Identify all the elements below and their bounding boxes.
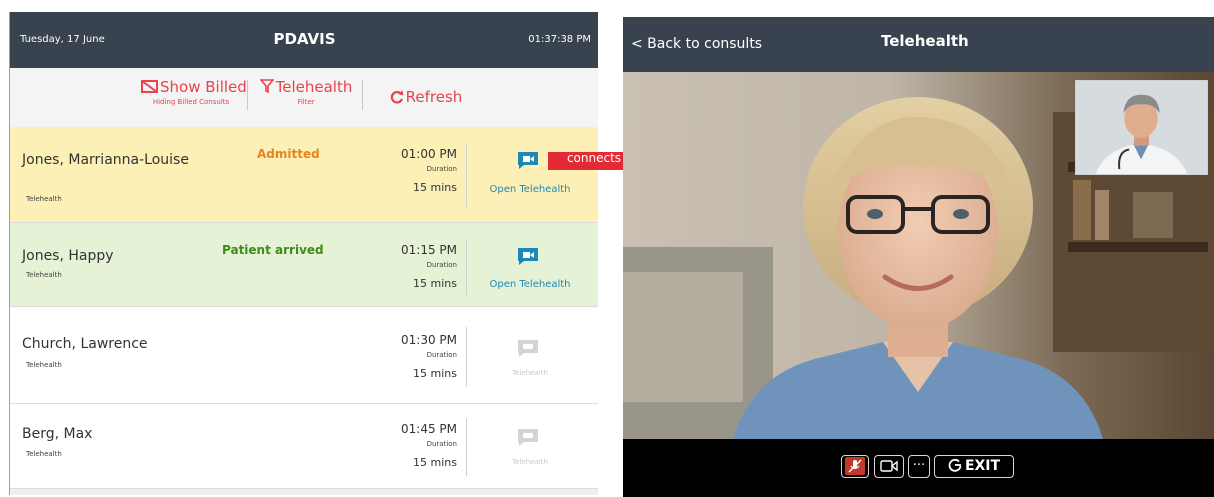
row-divider [466, 143, 467, 207]
telehealth-filter-button[interactable]: Telehealth Filter [258, 78, 354, 106]
back-to-consults-button[interactable]: < Back to consults [631, 36, 762, 52]
duration-value: 15 mins [413, 181, 457, 194]
consult-status: Patient arrived [222, 243, 324, 257]
consult-row[interactable]: Berg, Max Telehealth 01:45 PM Duration 1… [10, 404, 598, 489]
refresh-button[interactable]: Refresh [388, 88, 464, 106]
exit-button[interactable]: EXIT [934, 455, 1014, 478]
show-billed-button[interactable]: Show Billed Hiding Billed Consults [141, 78, 247, 106]
camera-button[interactable] [874, 455, 904, 478]
patient-name: Berg, Max [22, 426, 93, 442]
consult-list-panel: Tuesday, 17 June PDAVIS 01:37:38 PM Show… [9, 12, 598, 495]
video-chat-icon[interactable] [517, 151, 539, 169]
username: PDAVIS [273, 30, 336, 48]
row-divider [466, 418, 467, 476]
consult-row[interactable]: Jones, Marrianna-Louise Telehealth Admit… [10, 127, 598, 223]
duration-label: Duration [426, 261, 457, 269]
top-bar: Tuesday, 17 June PDAVIS 01:37:38 PM [10, 12, 598, 68]
patient-name: Jones, Happy [22, 248, 114, 264]
toolbar-divider [247, 80, 248, 110]
connects-label: connects [566, 151, 622, 165]
telehealth-disabled-label: Telehealth [512, 458, 548, 466]
chat-icon-disabled [518, 340, 538, 357]
row-divider [466, 327, 467, 387]
current-time: 01:37:38 PM [528, 34, 591, 45]
row-divider [466, 239, 467, 295]
duration-label: Duration [426, 440, 457, 448]
consult-row[interactable]: Church, Lawrence Telehealth 01:30 PM Dur… [10, 307, 598, 404]
consult-type: Telehealth [26, 450, 62, 458]
consult-time: 01:00 PM [401, 147, 457, 161]
consult-type: Telehealth [26, 195, 62, 203]
camera-icon [880, 460, 898, 472]
consult-time: 01:15 PM [401, 243, 457, 257]
no-billing-icon [141, 80, 158, 93]
open-telehealth-link[interactable]: Open Telehealth [478, 184, 582, 195]
refresh-icon [390, 90, 404, 104]
show-billed-sublabel: Hiding Billed Consults [152, 98, 230, 106]
mute-button[interactable] [841, 455, 869, 478]
duration-value: 15 mins [413, 456, 457, 469]
telehealth-filter-sublabel: Filter [297, 98, 315, 106]
doctor-self-view [1075, 80, 1208, 175]
more-options-button[interactable]: ··· [908, 455, 930, 478]
consult-time: 01:45 PM [401, 422, 457, 436]
duration-label: Duration [426, 351, 457, 359]
exit-label: EXIT [964, 458, 1001, 474]
mic-muted-icon [845, 457, 865, 475]
telehealth-disabled-label: Telehealth [512, 369, 548, 377]
consult-type: Telehealth [26, 271, 62, 279]
telehealth-panel: < Back to consults Telehealth ··· EXIT [623, 17, 1214, 497]
toolbar-divider [362, 80, 363, 110]
consult-status: Admitted [257, 147, 320, 161]
telehealth-title: Telehealth [881, 32, 969, 50]
chat-icon-disabled [518, 429, 538, 446]
refresh-label: Refresh [405, 88, 463, 106]
telehealth-filter-label: Telehealth [275, 78, 353, 96]
telehealth-header: < Back to consults Telehealth [623, 17, 1214, 72]
exit-icon [948, 458, 962, 472]
call-controls: ··· EXIT [623, 439, 1214, 497]
consult-type: Telehealth [26, 361, 62, 369]
patient-name: Church, Lawrence [22, 336, 148, 352]
duration-label: Duration [426, 165, 457, 173]
consult-time: 01:30 PM [401, 333, 457, 347]
patient-name: Jones, Marrianna-Louise [22, 152, 189, 168]
funnel-icon [259, 79, 274, 94]
video-chat-icon[interactable] [517, 247, 539, 265]
duration-value: 15 mins [413, 277, 457, 290]
show-billed-label: Show Billed [160, 78, 247, 96]
duration-value: 15 mins [413, 367, 457, 380]
open-telehealth-link[interactable]: Open Telehealth [478, 279, 582, 290]
consult-row[interactable]: Jones, Happy Telehealth Patient arrived … [10, 223, 598, 307]
